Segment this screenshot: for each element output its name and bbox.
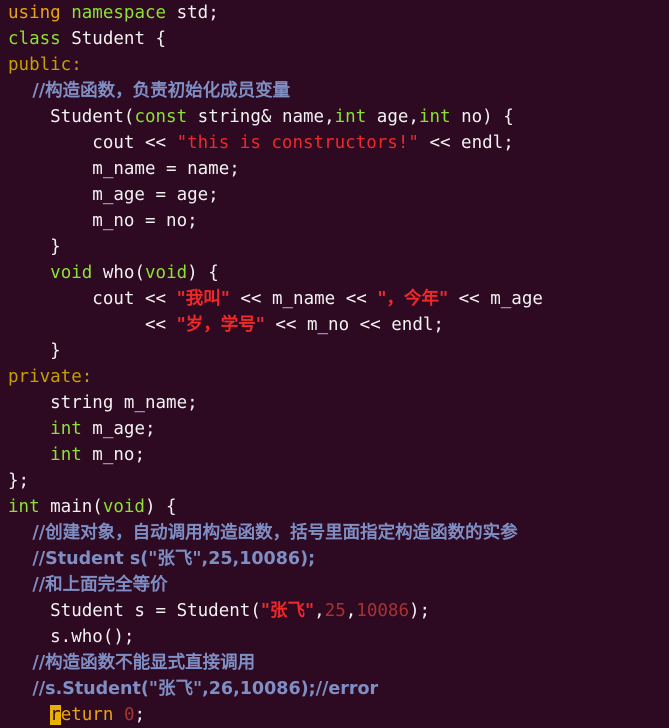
- code-token-number: 10086: [356, 601, 409, 621]
- code-token-keyword-green: const: [134, 107, 188, 127]
- code-token-plain: Student s = Student(: [8, 601, 261, 621]
- code-line[interactable]: }: [0, 338, 669, 364]
- code-token-keyword-green: void: [50, 263, 93, 283]
- code-token-access-specifier: public:: [8, 55, 82, 75]
- code-token-keyword-orange: eturn: [60, 705, 114, 725]
- code-token-plain: ) {: [144, 497, 177, 517]
- code-token-comment-cjk: //构造函数，负责初始化成员变量: [8, 81, 291, 101]
- code-token-plain: string m_name;: [8, 393, 198, 413]
- code-line[interactable]: //和上面完全等价: [0, 572, 669, 598]
- code-editor-pane[interactable]: using namespace std; class Student {publi…: [0, 0, 669, 725]
- code-line[interactable]: Student s = Student("张飞",25,10086);: [0, 598, 669, 624]
- code-line[interactable]: string m_name;: [0, 390, 669, 416]
- code-token-keyword-green: void: [145, 263, 188, 283]
- code-line[interactable]: m_name = name;: [0, 156, 669, 182]
- code-token-plain: age,: [366, 107, 419, 127]
- code-token-string-cjk: "张飞": [260, 601, 315, 621]
- code-token-comment-cjk: //s.Student("张飞",26,10086);//error: [8, 679, 379, 699]
- code-token-keyword-green: int: [334, 107, 367, 127]
- code-token-access-specifier: private:: [8, 367, 93, 387]
- code-line[interactable]: //构造函数，负责初始化成员变量: [0, 78, 669, 104]
- code-token-plain: ,: [314, 601, 325, 621]
- code-token-string-cjk: "我叫": [176, 289, 230, 309]
- code-token-plain: string& name,: [187, 107, 335, 127]
- code-line[interactable]: Student(const string& name,int age,int n…: [0, 104, 669, 130]
- code-token-plain: Student(: [8, 107, 135, 127]
- code-token-plain: m_no = no;: [8, 211, 198, 231]
- code-line[interactable]: int main(void) {: [0, 494, 669, 520]
- code-token-plain: main(: [39, 497, 103, 517]
- code-token-keyword-green: namespace: [71, 3, 167, 23]
- code-line[interactable]: void who(void) {: [0, 260, 669, 286]
- code-token-plain: <<: [8, 315, 177, 335]
- code-token-plain: ) {: [187, 263, 219, 283]
- code-line[interactable]: cout << "this is constructors!" << endl;: [0, 130, 669, 156]
- code-token-plain: };: [8, 471, 30, 491]
- code-token-comment-cjk: //构造函数不能显式直接调用: [8, 653, 256, 673]
- code-token-plain: << endl;: [418, 133, 514, 153]
- code-token-comment-cjk: //Student s("张飞",25,10086);: [8, 549, 316, 569]
- code-token-comment-cjk: //创建对象，自动调用构造函数，括号里面指定构造函数的实参: [8, 523, 518, 543]
- code-token-plain: }: [8, 341, 61, 361]
- code-token-plain: << m_no << endl;: [264, 315, 444, 335]
- code-token-plain: ,: [345, 601, 357, 621]
- code-token-cursor: r: [50, 705, 61, 725]
- code-token-plain: cout <<: [8, 289, 177, 309]
- code-token-plain: no) {: [450, 107, 514, 127]
- code-token-number: 0: [123, 705, 135, 725]
- code-token-plain: m_no;: [81, 445, 145, 465]
- code-line[interactable]: m_age = age;: [0, 182, 669, 208]
- code-token-keyword-green: int: [50, 419, 82, 439]
- code-token-plain: << m_age: [448, 289, 543, 309]
- code-token-string-cjk: "岁，学号": [176, 315, 265, 335]
- code-token-plain: m_name = name;: [8, 159, 240, 179]
- code-line[interactable]: s.who();: [0, 624, 669, 650]
- code-line[interactable]: << "岁，学号" << m_no << endl;: [0, 312, 669, 338]
- code-token-plain: std;: [166, 3, 219, 23]
- code-line[interactable]: }: [0, 234, 669, 260]
- code-token-plain: );: [408, 601, 431, 621]
- code-line[interactable]: cout << "我叫" << m_name << "，今年" << m_age: [0, 286, 669, 312]
- code-line[interactable]: //创建对象，自动调用构造函数，括号里面指定构造函数的实参: [0, 520, 669, 546]
- code-line[interactable]: //s.Student("张飞",26,10086);//error: [0, 676, 669, 702]
- code-token-keyword-green: int: [418, 107, 451, 127]
- code-token-plain: cout <<: [8, 133, 177, 153]
- code-line[interactable]: };: [0, 468, 669, 494]
- code-token-plain: m_age = age;: [8, 185, 219, 205]
- code-token-keyword-green: class: [8, 29, 61, 49]
- code-token-plain: }: [8, 237, 61, 257]
- code-token-keyword-green: int: [50, 445, 82, 465]
- code-line[interactable]: using namespace std;: [0, 0, 669, 26]
- code-line[interactable]: int m_age;: [0, 416, 669, 442]
- code-token-string-cjk: "，今年": [377, 289, 449, 309]
- code-token-keyword-green: int: [8, 497, 40, 517]
- code-line[interactable]: //构造函数不能显式直接调用: [0, 650, 669, 676]
- code-token-plain: ;: [134, 705, 146, 725]
- code-token-plain: << m_name <<: [229, 289, 378, 309]
- code-line[interactable]: private:: [0, 364, 669, 390]
- code-token-keyword-orange: using: [8, 3, 61, 23]
- code-token-keyword-green: void: [102, 497, 145, 517]
- code-token-plain: Student {: [60, 29, 167, 49]
- code-line[interactable]: class Student {: [0, 26, 669, 52]
- code-token-plain: s.who();: [8, 627, 135, 647]
- code-token-comment-cjk: //和上面完全等价: [8, 575, 168, 595]
- code-line[interactable]: int m_no;: [0, 442, 669, 468]
- code-line[interactable]: return 0;: [0, 702, 669, 728]
- code-line[interactable]: public:: [0, 52, 669, 78]
- code-token-string: "this is constructors!": [176, 133, 419, 153]
- code-token-number: 25: [324, 601, 346, 621]
- code-line[interactable]: //Student s("张飞",25,10086);: [0, 546, 669, 572]
- code-token-plain: m_age;: [81, 419, 156, 439]
- code-line[interactable]: m_no = no;: [0, 208, 669, 234]
- code-token-plain: who(: [92, 263, 145, 283]
